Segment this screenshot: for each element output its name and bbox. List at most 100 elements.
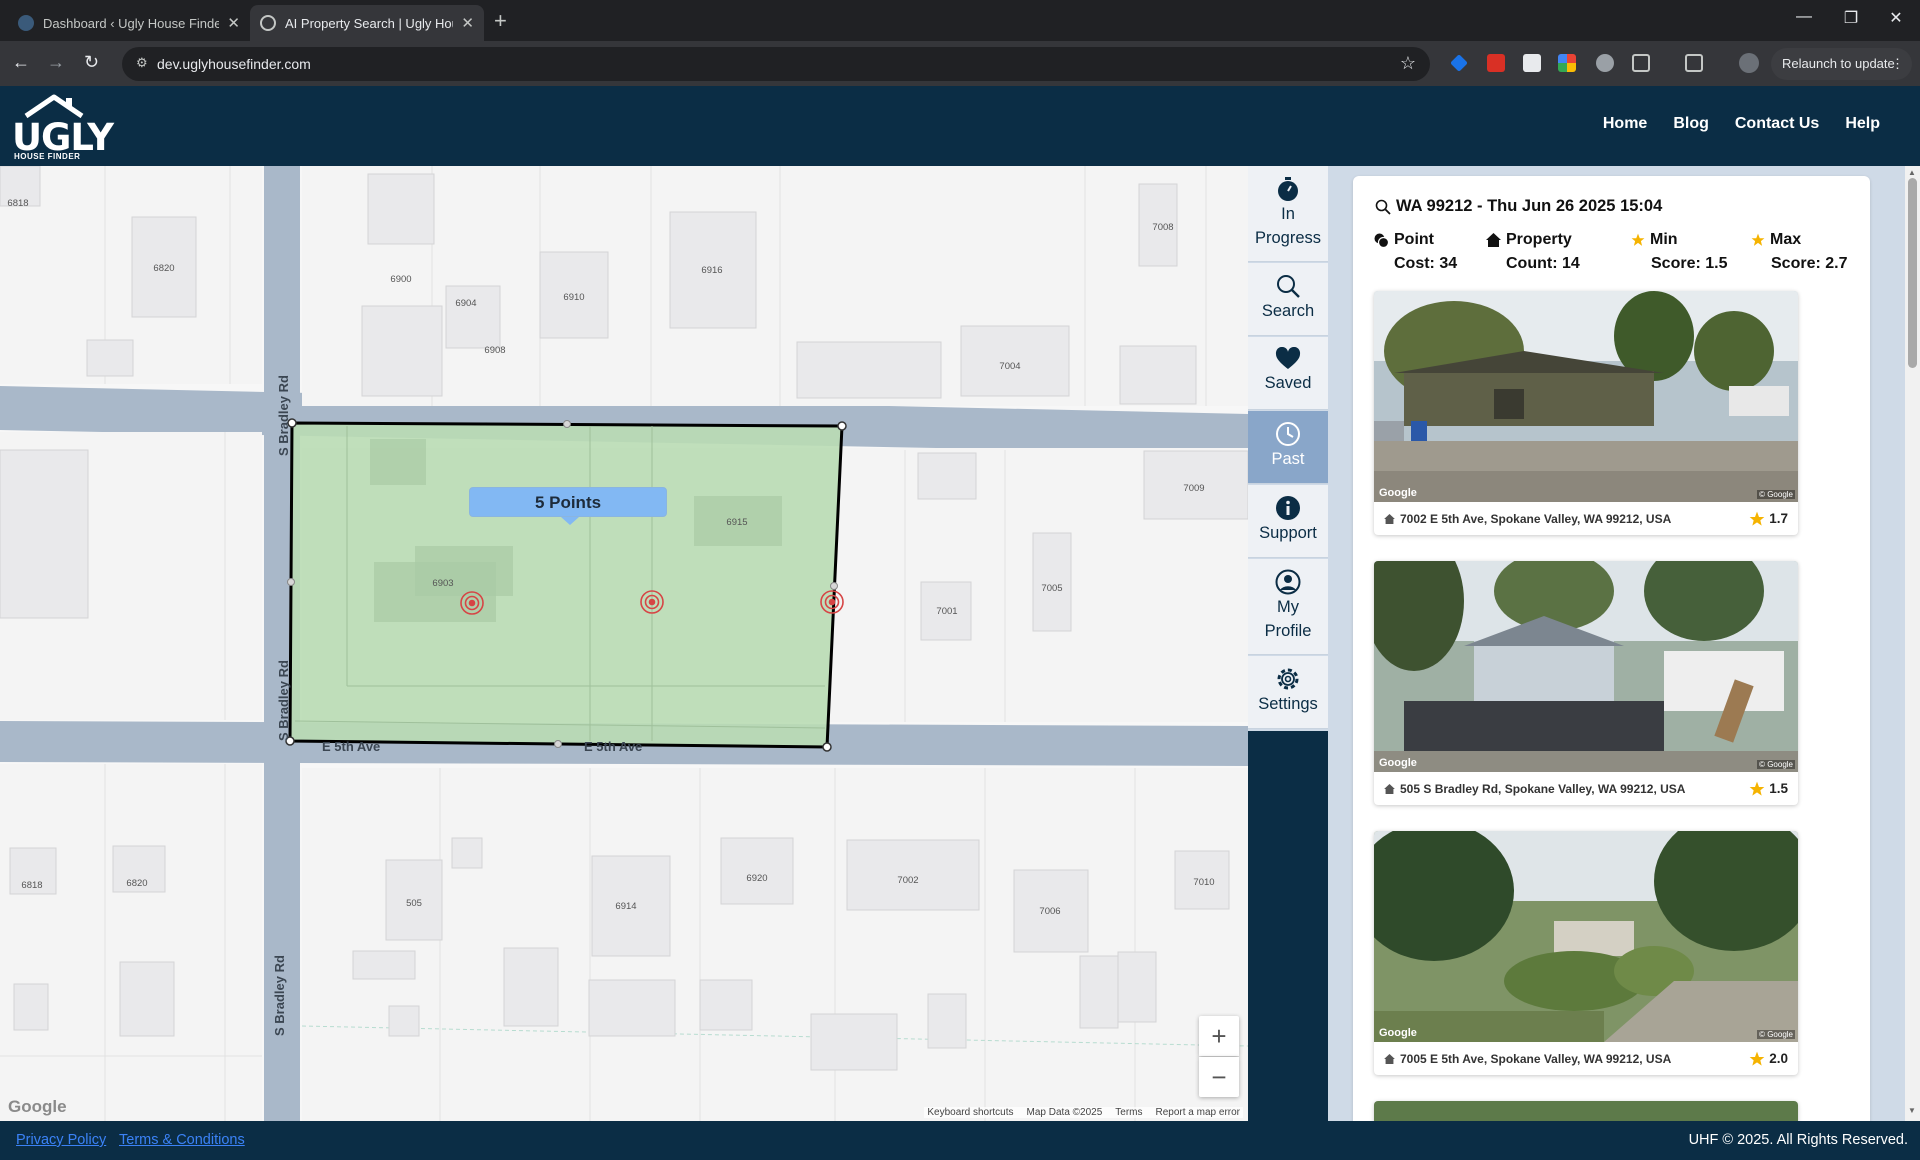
stat-min-score: Min Score: 1.5	[1631, 228, 1727, 276]
side-nav-label: Progress	[1254, 229, 1322, 247]
lot-number: 6820	[153, 263, 174, 274]
stat-value: Score: 2.7	[1771, 255, 1848, 272]
google-map-logo[interactable]: Google	[8, 1097, 67, 1117]
scrollbar-thumb[interactable]	[1908, 178, 1917, 368]
browser-tab-ai-search[interactable]: AI Property Search | Ugly House ✕	[250, 5, 484, 41]
street-view-photo[interactable]: Google © Google	[1374, 561, 1798, 772]
favicon-icon	[18, 15, 34, 31]
scroll-up-arrow-icon[interactable]: ▲	[1908, 168, 1916, 177]
lot-number: 7009	[1183, 483, 1204, 494]
nav-contact-link[interactable]: Contact Us	[1735, 115, 1819, 133]
profile-avatar-icon[interactable]	[1739, 53, 1759, 73]
report-map-error-link[interactable]: Report a map error	[1156, 1107, 1240, 1118]
extension-google-icon[interactable]	[1558, 54, 1576, 72]
browser-toolbar: ← → ↻ ⚙ dev.uglyhousefinder.com ☆ Relaun…	[0, 41, 1920, 86]
relaunch-to-update-button[interactable]: Relaunch to update ⋮	[1771, 48, 1912, 80]
search-header: WA 99212 - Thu Jun 26 2025 15:04	[1375, 197, 1662, 216]
zoom-in-button[interactable]: +	[1199, 1016, 1239, 1056]
lot-number: 7004	[999, 361, 1020, 372]
street-label: S Bradley Rd	[272, 955, 287, 1036]
privacy-policy-link[interactable]: Privacy Policy	[16, 1132, 106, 1148]
street-label: E 5th Ave	[584, 739, 642, 754]
property-address: 505 S Bradley Rd, Spokane Valley, WA 992…	[1400, 781, 1686, 796]
keyboard-shortcuts-link[interactable]: Keyboard shortcuts	[927, 1107, 1013, 1118]
browser-tab-dashboard[interactable]: Dashboard ‹ Ugly House Finder ✕	[8, 5, 250, 41]
nav-home-link[interactable]: Home	[1603, 115, 1647, 133]
address-bar[interactable]: ⚙ dev.uglyhousefinder.com ☆	[122, 47, 1430, 81]
minimize-button[interactable]: —	[1789, 8, 1819, 26]
card-footer: 7002 E 5th Ave, Spokane Valley, WA 99212…	[1374, 502, 1798, 535]
forward-arrow-icon[interactable]: →	[47, 52, 65, 73]
house-photo-image	[1374, 291, 1798, 502]
stat-label: Min	[1650, 231, 1678, 248]
google-watermark: Google	[1379, 487, 1417, 499]
nav-help-link[interactable]: Help	[1845, 115, 1880, 133]
street-view-photo[interactable]	[1374, 1101, 1798, 1121]
street-view-photo[interactable]: Google © Google	[1374, 831, 1798, 1042]
street-label: S Bradley Rd	[276, 375, 291, 456]
logo-subtitle: HOUSE FINDER	[14, 152, 81, 161]
map-terms-link[interactable]: Terms	[1115, 1107, 1142, 1118]
property-card[interactable]: Google © Google 7002 E 5th Ave, Spokane …	[1374, 291, 1798, 535]
nav-blog-link[interactable]: Blog	[1673, 115, 1709, 133]
lot-number: 6910	[563, 292, 584, 303]
restore-button[interactable]: ❐	[1836, 8, 1866, 28]
side-nav-support[interactable]: Support	[1248, 485, 1328, 558]
street-view-photo[interactable]: Google © Google	[1374, 291, 1798, 502]
property-score: 1.5	[1769, 781, 1788, 796]
stat-property-count: Property Count: 14	[1486, 228, 1580, 276]
street-label: E 5th Ave	[322, 739, 380, 754]
lot-number: 6818	[7, 198, 28, 209]
reload-icon[interactable]: ↻	[84, 52, 99, 73]
map-view[interactable]: S Bradley Rd S Bradley Rd S Bradley Rd E…	[0, 166, 1248, 1121]
side-nav-past[interactable]: Past	[1248, 411, 1328, 484]
map-canvas[interactable]: S Bradley Rd S Bradley Rd S Bradley Rd E…	[0, 166, 1248, 1121]
property-score: 2.0	[1769, 1051, 1788, 1066]
page-footer: Privacy Policy Terms & Conditions UHF © …	[0, 1121, 1920, 1160]
zoom-out-button[interactable]: −	[1199, 1057, 1239, 1097]
side-nav-settings[interactable]: Settings	[1248, 656, 1328, 729]
ugly-house-finder-logo[interactable]: UGLY HOUSE FINDER	[12, 94, 114, 161]
extension-tag-icon[interactable]	[1450, 54, 1468, 72]
browser-tab-strip: Dashboard ‹ Ugly House Finder ✕ AI Prope…	[0, 0, 1920, 41]
points-count-bubble: 5 Points	[469, 487, 667, 525]
side-nav-label: Settings	[1258, 695, 1318, 713]
stat-label: Point	[1394, 231, 1434, 248]
property-card[interactable]: Google © Google 505 S Bradley Rd, Spokan…	[1374, 561, 1798, 805]
lot-number: 6903	[432, 578, 453, 589]
new-tab-button[interactable]: +	[494, 8, 507, 34]
side-nav-label: My	[1277, 598, 1299, 616]
house-icon	[1384, 783, 1395, 794]
side-nav-search[interactable]: Search	[1248, 263, 1328, 336]
extension-pin-icon[interactable]	[1487, 54, 1505, 72]
stat-label: Property	[1506, 231, 1572, 248]
results-scrollbar[interactable]: ▲ ▼	[1905, 166, 1920, 1121]
google-watermark: Google	[1379, 757, 1417, 769]
close-tab-icon[interactable]: ✕	[461, 14, 474, 32]
property-card[interactable]: Google © Google 7005 E 5th Ave, Spokane …	[1374, 831, 1798, 1075]
url-text: dev.uglyhousefinder.com	[157, 56, 311, 72]
clock-icon	[1276, 422, 1300, 446]
more-options-icon[interactable]: ⋮	[1891, 48, 1904, 80]
side-nav-saved[interactable]: Saved	[1248, 337, 1328, 410]
cast-icon[interactable]	[1685, 54, 1703, 72]
property-card[interactable]	[1374, 1101, 1798, 1121]
side-nav-in-progress[interactable]: In Progress	[1248, 166, 1328, 262]
scroll-down-arrow-icon[interactable]: ▼	[1908, 1106, 1916, 1115]
close-tab-icon[interactable]: ✕	[227, 14, 240, 32]
close-window-button[interactable]: ✕	[1881, 8, 1911, 28]
stat-point-cost: Point Cost: 34	[1374, 228, 1457, 276]
user-icon	[1275, 569, 1301, 595]
results-area: WA 99212 - Thu Jun 26 2025 15:04 Point C…	[1328, 166, 1905, 1121]
extensions-puzzle-icon[interactable]	[1632, 54, 1650, 72]
extension-circles-icon[interactable]	[1596, 54, 1614, 72]
terms-conditions-link[interactable]: Terms & Conditions	[119, 1132, 245, 1148]
extension-font-icon[interactable]	[1523, 54, 1541, 72]
street-label: S Bradley Rd	[276, 660, 291, 741]
back-arrow-icon[interactable]: ←	[12, 52, 30, 73]
side-nav-my-profile[interactable]: My Profile	[1248, 559, 1328, 655]
lot-number: 7010	[1193, 877, 1214, 888]
bookmark-star-icon[interactable]: ☆	[1400, 53, 1416, 74]
site-info-icon[interactable]: ⚙	[136, 55, 152, 71]
card-footer: 7005 E 5th Ave, Spokane Valley, WA 99212…	[1374, 1042, 1798, 1075]
